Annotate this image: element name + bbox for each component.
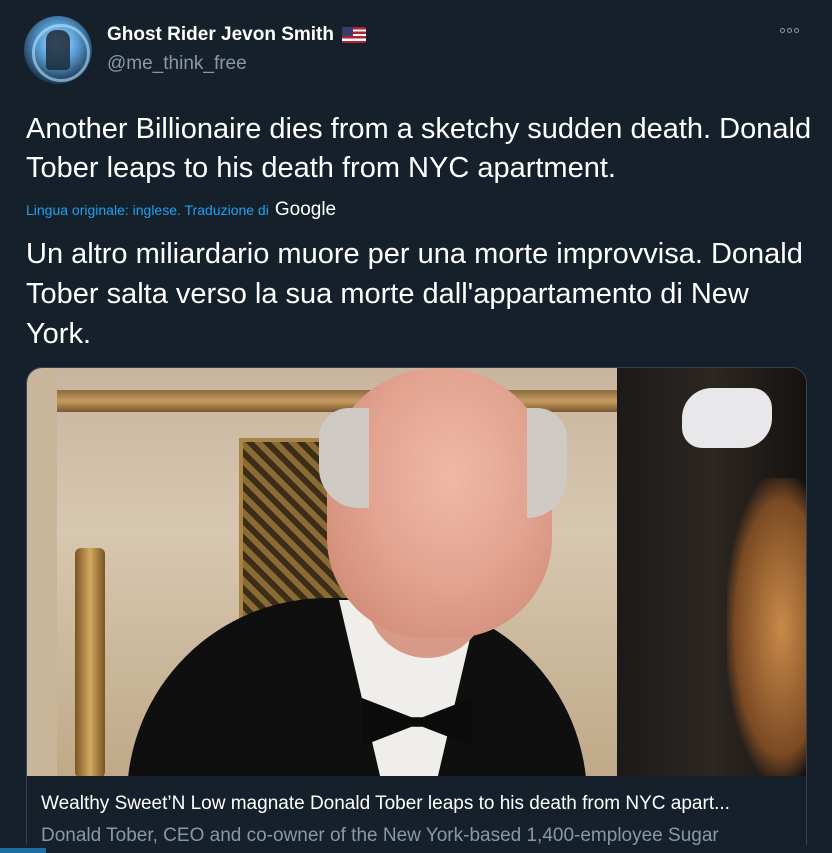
card-image[interactable] [27, 368, 806, 776]
display-name-text[interactable]: Ghost Rider Jevon Smith [107, 24, 334, 46]
more-dot-3 [794, 28, 799, 33]
image-gloves [682, 388, 772, 448]
more-options-icon[interactable] [780, 28, 799, 33]
more-dot-2 [787, 28, 792, 33]
image-hair-right [727, 478, 806, 776]
translation-meta: Lingua originale: inglese. Traduzione di… [26, 199, 336, 221]
image-chair [75, 548, 105, 776]
translation-label[interactable]: Lingua originale: inglese. Traduzione di [26, 202, 269, 218]
bottom-bar-segment [0, 848, 46, 853]
username[interactable]: @me_think_free [107, 53, 247, 75]
display-name[interactable]: Ghost Rider Jevon Smith [107, 24, 366, 46]
flag-us-icon [341, 27, 366, 43]
translated-text: Un altro miliardario muore per una morte… [26, 238, 803, 350]
bottom-bar [0, 845, 832, 853]
more-dot-1 [780, 28, 785, 33]
tweet: Ghost Rider Jevon Smith @me_think_free A… [0, 0, 832, 853]
avatar-figure [46, 30, 70, 70]
image-left-wall [27, 368, 57, 776]
google-logo: Google [274, 199, 337, 220]
tweet-text: Another Billionaire dies from a sketchy … [26, 113, 812, 184]
link-card[interactable]: Wealthy Sweet’N Low magnate Donald Tober… [26, 367, 807, 853]
card-title[interactable]: Wealthy Sweet’N Low magnate Donald Tober… [41, 793, 791, 815]
avatar[interactable] [24, 16, 92, 84]
card-description[interactable]: Donald Tober, CEO and co-owner of the Ne… [41, 825, 791, 847]
